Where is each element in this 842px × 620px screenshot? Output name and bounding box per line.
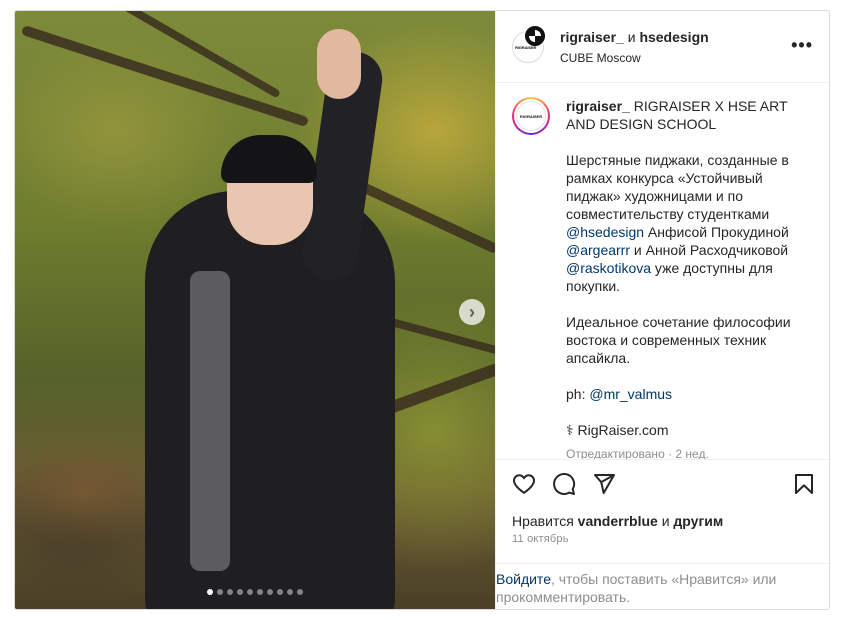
caption-avatar[interactable]: RIGRAISER	[512, 97, 550, 135]
bookmark-icon	[795, 473, 813, 494]
caption-text-segment: и Анной Расходчиковой	[630, 242, 789, 258]
like-button[interactable]	[512, 470, 552, 498]
caduceus-icon: ⚕	[566, 422, 574, 438]
comment-icon	[553, 472, 576, 495]
post-actions	[496, 459, 829, 507]
carousel-dot	[207, 589, 213, 595]
caption-paragraph: Шерстяные пиджаки, созданные в рамках ко…	[566, 151, 816, 295]
author-link-hsedesign[interactable]: hsedesign	[639, 29, 708, 45]
author-link-rigraiser[interactable]: rigraiser_	[560, 29, 624, 45]
caption-text: rigraiser_ RIGRAISER X HSE ART AND DESIG…	[566, 97, 816, 459]
model-hair	[221, 135, 317, 183]
caption-scroll-area[interactable]: RIGRAISER rigraiser_ RIGRAISER X HSE ART…	[496, 83, 829, 459]
login-prompt: Войдите, чтобы поставить «Нравится» или …	[496, 563, 829, 609]
post-header: RIGRAISER rigraiser_ и hsedesign CUBE Mo…	[496, 11, 829, 83]
header-text: rigraiser_ и hsedesign CUBE Moscow	[560, 29, 709, 65]
post-photo[interactable]: ›	[15, 11, 495, 609]
tree-branch	[20, 24, 310, 128]
mention-link[interactable]: @hsedesign	[566, 224, 644, 240]
caption-username[interactable]: rigraiser_	[566, 98, 630, 114]
likes-conjunction: и	[657, 513, 674, 529]
mention-link[interactable]: @raskotikova	[566, 260, 651, 276]
caption-row: RIGRAISER rigraiser_ RIGRAISER X HSE ART…	[512, 97, 816, 459]
instagram-post: › RIGRAISER rigraiser_ и hsedesign CUBE …	[14, 10, 830, 610]
caption-text-segment: Анфисой Прокудиной	[644, 224, 789, 240]
carousel-dot	[257, 589, 263, 595]
carousel-dot	[227, 589, 233, 595]
post-date[interactable]: 11 октябрь	[512, 533, 569, 545]
paper-plane-icon	[594, 473, 615, 494]
carousel-dot	[267, 589, 273, 595]
post-authors: rigraiser_ и hsedesign	[560, 29, 709, 45]
photo-credit-label: ph:	[566, 386, 590, 402]
avatar-logo-text: RIGRAISER	[515, 44, 537, 50]
mention-link[interactable]: @argearrr	[566, 242, 630, 258]
caption-text-segment: Шерстяные пиджаки, созданные в рамках ко…	[566, 152, 789, 222]
mention-link[interactable]: @mr_valmus	[589, 386, 672, 402]
carousel-dot	[217, 589, 223, 595]
carousel-dot	[277, 589, 283, 595]
author-avatar[interactable]: RIGRAISER	[512, 23, 547, 63]
carousel-dot	[247, 589, 253, 595]
post-location[interactable]: CUBE Moscow	[560, 51, 709, 65]
heart-icon	[512, 473, 536, 494]
more-options-button[interactable]: •••	[791, 35, 813, 56]
liker-username[interactable]: vanderrblue	[578, 513, 658, 529]
save-button[interactable]	[776, 470, 816, 498]
likes-summary[interactable]: Нравится vanderrblue и другим	[512, 513, 723, 529]
caption-paragraph: rigraiser_ RIGRAISER X HSE ART AND DESIG…	[566, 97, 816, 133]
post-sidebar: RIGRAISER rigraiser_ и hsedesign CUBE Mo…	[495, 11, 829, 609]
login-link[interactable]: Войдите	[496, 571, 551, 587]
carousel-dot	[297, 589, 303, 595]
likes-others[interactable]: другим	[673, 513, 723, 529]
comment-button[interactable]	[552, 470, 592, 498]
website-text: RigRaiser.com	[577, 422, 669, 438]
carousel-dot	[287, 589, 293, 595]
more-horizontal-icon: •••	[791, 35, 813, 55]
carousel-dot	[237, 589, 243, 595]
carousel-next-button[interactable]: ›	[459, 299, 485, 325]
chevron-right-icon: ›	[469, 301, 475, 322]
jacket-detail	[190, 271, 230, 571]
avatar-ring-gap: RIGRAISER	[514, 99, 548, 133]
caption-avatar-logo: RIGRAISER	[516, 101, 546, 131]
likes-prefix: Нравится	[512, 513, 578, 529]
share-button[interactable]	[592, 470, 632, 498]
caption-paragraph: ph: @mr_valmus	[566, 385, 816, 403]
edited-timestamp: Отредактировано · 2 нед.	[566, 447, 709, 459]
authors-conjunction: и	[627, 28, 636, 45]
caption-paragraph: Идеальное сочетание философии востока и …	[566, 314, 791, 366]
carousel-dots	[207, 589, 303, 595]
caption-paragraph: ⚕ RigRaiser.com	[566, 421, 816, 439]
model-hands	[317, 29, 361, 99]
